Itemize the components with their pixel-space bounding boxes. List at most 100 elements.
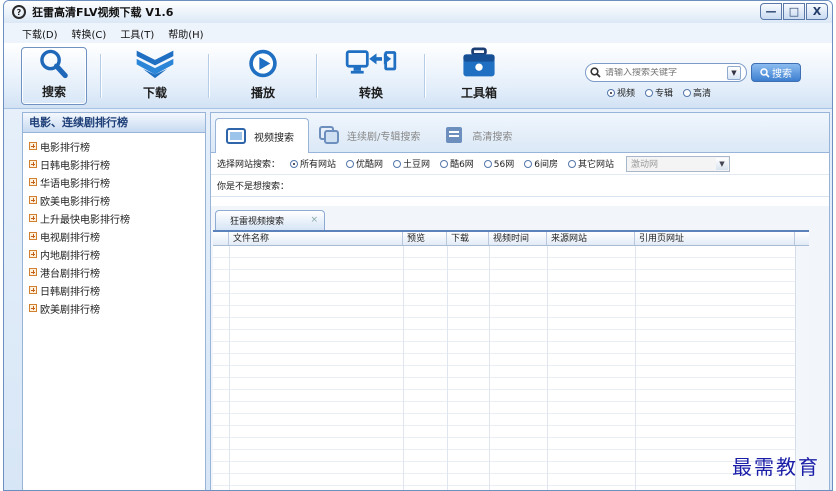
video-tab-icon: [226, 128, 246, 144]
column-preview[interactable]: 预览: [403, 232, 447, 245]
ranking-item[interactable]: 欧美电影排行榜: [23, 191, 205, 209]
menu-download[interactable]: 下载(D): [22, 26, 58, 41]
search-button[interactable]: 搜索: [751, 63, 801, 82]
site-option-56[interactable]: 56网: [483, 157, 514, 170]
ranking-sidebar: 电影、连续剧排行榜 电影排行榜 日韩电影排行榜 华语电影排行榜 欧美电影排行榜 …: [22, 112, 206, 490]
menu-help[interactable]: 帮助(H): [168, 26, 203, 41]
search-history-dropdown[interactable]: ▼: [727, 65, 741, 80]
minimize-button[interactable]: —: [760, 3, 782, 20]
ranking-item[interactable]: 港台剧排行榜: [23, 263, 205, 281]
grid-line: [489, 246, 490, 490]
toolbar-search-label: 搜索: [41, 84, 66, 99]
toolbar-download-button[interactable]: 下载: [115, 47, 195, 105]
ranking-list: 电影排行榜 日韩电影排行榜 华语电影排行榜 欧美电影排行榜 上升最快电影排行榜 …: [23, 133, 205, 317]
column-download[interactable]: 下载: [447, 232, 489, 245]
radio-icon: [683, 88, 692, 97]
sidebar-title: 电影、连续剧排行榜: [23, 113, 205, 133]
other-site-dropdown[interactable]: 激动网 ▼: [626, 155, 730, 172]
series-tab-icon: [319, 126, 339, 144]
tab-video-search[interactable]: 视频搜索: [215, 118, 309, 153]
grid-line: [403, 246, 404, 490]
search-type-hd[interactable]: 高清: [683, 86, 711, 99]
expand-icon[interactable]: [29, 250, 37, 258]
tab-series-search[interactable]: 连续剧/专辑搜索: [309, 118, 434, 152]
site-option-youku[interactable]: 优酷网: [346, 157, 383, 170]
radio-icon: [346, 159, 355, 168]
grid-line: [447, 246, 448, 490]
close-button[interactable]: X: [806, 3, 828, 20]
menu-convert[interactable]: 转换(C): [72, 26, 107, 41]
search-type-album[interactable]: 专辑: [645, 86, 673, 99]
toolbar-toolbox-button[interactable]: 工具箱: [439, 46, 519, 105]
site-filter-label: 选择网站搜索：: [217, 160, 281, 170]
site-filter-row: 选择网站搜索： 所有网站 优酷网 土豆网 酷6网 56网 6间房 其它网站 激动…: [211, 153, 829, 175]
expand-icon[interactable]: [29, 196, 37, 204]
search-type-options: 视频 专辑 高清: [607, 86, 820, 99]
close-icon[interactable]: ×: [310, 215, 318, 225]
results-table-header: 文件名称 预览 下载 视频时间 来源网站 引用页网址: [213, 232, 809, 246]
toolbar-search-button[interactable]: 搜索: [21, 46, 87, 105]
search-type-video[interactable]: 视频: [607, 86, 635, 99]
play-icon: [249, 49, 277, 77]
title-bar: ? 狂雷高清FLV视频下载 V1.6 — □ X: [4, 1, 832, 23]
radio-selected-icon: [290, 159, 299, 168]
results-area: 狂雷视频搜索 × 文件名称 预览 下载 视频时间 来源网站 引用页网址: [211, 206, 829, 490]
search-main-panel: 视频搜索 连续剧/专辑搜索 高清搜索 选择网站搜索： 所有网站 优酷网 土豆网 …: [210, 112, 830, 490]
toolbox-icon: [463, 46, 495, 76]
convert-icon: [345, 49, 397, 74]
site-option-ku6[interactable]: 酷6网: [440, 157, 474, 170]
ranking-item[interactable]: 华语电影排行榜: [23, 173, 205, 191]
tab-hd-search-label: 高清搜索: [472, 131, 513, 143]
column-source-site[interactable]: 来源网站: [547, 232, 635, 245]
radio-icon: [524, 159, 533, 168]
download-icon: [136, 50, 174, 78]
expand-icon[interactable]: [29, 160, 37, 168]
menu-tools[interactable]: 工具(T): [120, 26, 154, 41]
toolbar-separator: [424, 53, 426, 98]
site-option-6cn[interactable]: 6间房: [524, 157, 558, 170]
search-button-icon: [760, 67, 770, 78]
radio-icon: [393, 159, 402, 168]
search-panel: ▼ 搜索 视频 专辑 高清: [585, 63, 820, 99]
tab-hd-search[interactable]: 高清搜索: [434, 118, 526, 152]
site-option-tudou[interactable]: 土豆网: [393, 157, 430, 170]
expand-icon[interactable]: [29, 214, 37, 222]
column-referrer-url[interactable]: 引用页网址: [635, 232, 795, 245]
app-window: ? 狂雷高清FLV视频下载 V1.6 — □ X 下载(D) 转换(C) 工具(…: [3, 0, 833, 491]
column-duration[interactable]: 视频时间: [489, 232, 547, 245]
expand-icon[interactable]: [29, 178, 37, 186]
toolbar-convert-label: 转换: [358, 85, 383, 100]
search-tabs: 视频搜索 连续剧/专辑搜索 高清搜索: [211, 113, 829, 153]
expand-icon[interactable]: [29, 268, 37, 276]
ranking-item[interactable]: 电视剧排行榜: [23, 227, 205, 245]
ranking-item[interactable]: 上升最快电影排行榜: [23, 209, 205, 227]
row-marker-column: [213, 232, 229, 245]
ranking-item[interactable]: 内地剧排行榜: [23, 245, 205, 263]
search-input[interactable]: [605, 67, 723, 78]
radio-icon: [440, 159, 449, 168]
grid-line: [547, 246, 548, 490]
maximize-button[interactable]: □: [783, 3, 805, 20]
site-option-all[interactable]: 所有网站: [290, 157, 336, 170]
search-button-label: 搜索: [772, 69, 792, 80]
toolbar-separator: [100, 53, 102, 98]
toolbar-convert-button[interactable]: 转换: [331, 47, 411, 105]
ranking-item[interactable]: 欧美剧排行榜: [23, 299, 205, 317]
main-toolbar: 搜索 下载 播放 转换 工具箱 请输入搜索关键字 ▼ 搜索 视频 专辑 高清: [4, 43, 832, 109]
search-box: ▼: [585, 63, 747, 82]
site-option-other[interactable]: 其它网站: [567, 157, 614, 170]
expand-icon[interactable]: [29, 232, 37, 240]
expand-icon[interactable]: [29, 142, 37, 150]
toolbar-play-button[interactable]: 播放: [223, 47, 303, 105]
results-tab[interactable]: 狂雷视频搜索 ×: [215, 210, 325, 230]
expand-icon[interactable]: [29, 286, 37, 294]
grid-line: [635, 246, 636, 490]
app-logo-icon: ?: [12, 5, 26, 19]
results-table: 文件名称 预览 下载 视频时间 来源网站 引用页网址: [213, 230, 809, 490]
column-file-name[interactable]: 文件名称: [229, 232, 403, 245]
search-icon: [40, 49, 68, 78]
ranking-item[interactable]: 日韩电影排行榜: [23, 155, 205, 173]
ranking-item[interactable]: 日韩剧排行榜: [23, 281, 205, 299]
expand-icon[interactable]: [29, 304, 37, 312]
ranking-item[interactable]: 电影排行榜: [23, 137, 205, 155]
